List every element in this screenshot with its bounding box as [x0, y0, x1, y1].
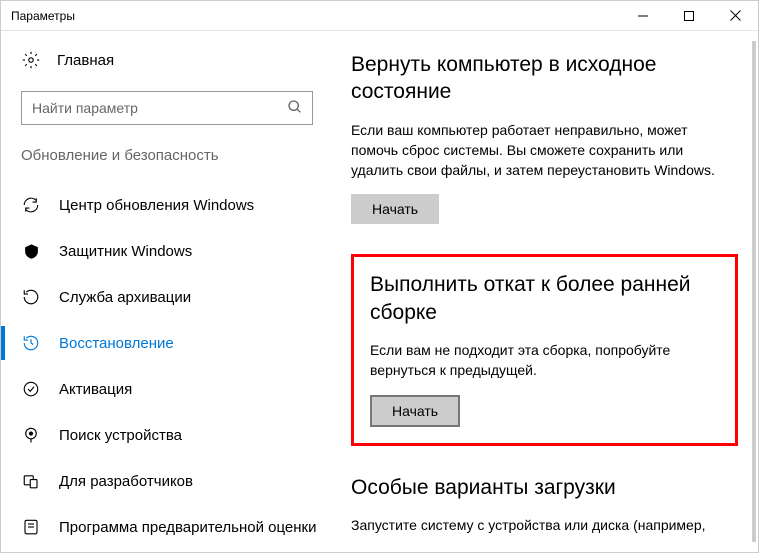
home-nav[interactable]: Главная — [21, 51, 331, 69]
search-wrap — [21, 91, 313, 125]
section-desc: Если ваш компьютер работает неправильно,… — [351, 120, 738, 181]
section-desc: Если вам не подходит эта сборка, попробу… — [370, 340, 719, 381]
shield-icon — [21, 243, 41, 260]
section-reset: Вернуть компьютер в исходное состояние Е… — [351, 51, 738, 224]
sidebar-item-label: Центр обновления Windows — [59, 197, 254, 214]
group-title: Обновление и безопасность — [21, 147, 331, 164]
sidebar: Главная Обновление и безопасность Центр … — [1, 31, 331, 552]
gear-icon — [21, 51, 41, 69]
sidebar-item-activation[interactable]: Активация — [21, 366, 331, 412]
section-title: Особые варианты загрузки — [351, 474, 738, 501]
sidebar-item-label: Активация — [59, 381, 132, 398]
window-controls — [620, 1, 758, 31]
titlebar: Параметры — [1, 1, 758, 31]
sidebar-item-label: Поиск устройства — [59, 427, 182, 444]
sidebar-item-backup[interactable]: Служба архивации — [21, 274, 331, 320]
section-title: Выполнить откат к более ранней сборке — [370, 271, 719, 326]
section-desc: Запустите систему с устройства или диска… — [351, 515, 738, 535]
sidebar-item-find-device[interactable]: Поиск устройства — [21, 412, 331, 458]
sidebar-item-recovery[interactable]: Восстановление — [21, 320, 331, 366]
sidebar-item-label: Программа предварительной оценки — [59, 519, 316, 536]
scrollbar[interactable] — [752, 41, 756, 542]
backup-icon — [21, 288, 41, 306]
sidebar-item-developers[interactable]: Для разработчиков — [21, 458, 331, 504]
sidebar-item-label: Для разработчиков — [59, 473, 193, 490]
history-icon — [21, 334, 41, 352]
sidebar-item-update[interactable]: Центр обновления Windows — [21, 182, 331, 228]
main-panel: Вернуть компьютер в исходное состояние Е… — [331, 31, 758, 552]
maximize-button[interactable] — [666, 1, 712, 31]
sync-icon — [21, 196, 41, 214]
section-rollback-highlight: Выполнить откат к более ранней сборке Ес… — [351, 254, 738, 445]
window-title: Параметры — [11, 9, 75, 23]
section-title: Вернуть компьютер в исходное состояние — [351, 51, 738, 106]
minimize-button[interactable] — [620, 1, 666, 31]
search-input[interactable] — [21, 91, 313, 125]
insider-icon — [21, 518, 41, 536]
section-advanced: Особые варианты загрузки Запустите систе… — [351, 474, 738, 536]
sidebar-item-label: Защитник Windows — [59, 243, 192, 260]
sidebar-item-insider[interactable]: Программа предварительной оценки — [21, 504, 331, 550]
section-rollback: Выполнить откат к более ранней сборке Ес… — [370, 271, 719, 426]
sidebar-item-defender[interactable]: Защитник Windows — [21, 228, 331, 274]
close-button[interactable] — [712, 1, 758, 31]
rollback-start-button[interactable]: Начать — [370, 395, 460, 427]
reset-start-button[interactable]: Начать — [351, 194, 439, 224]
home-label: Главная — [57, 52, 114, 69]
check-circle-icon — [21, 380, 41, 398]
search-icon — [287, 99, 303, 115]
location-icon — [21, 426, 41, 444]
sidebar-item-label: Восстановление — [59, 335, 174, 352]
sidebar-item-label: Служба архивации — [59, 289, 191, 306]
devices-icon — [21, 472, 41, 490]
